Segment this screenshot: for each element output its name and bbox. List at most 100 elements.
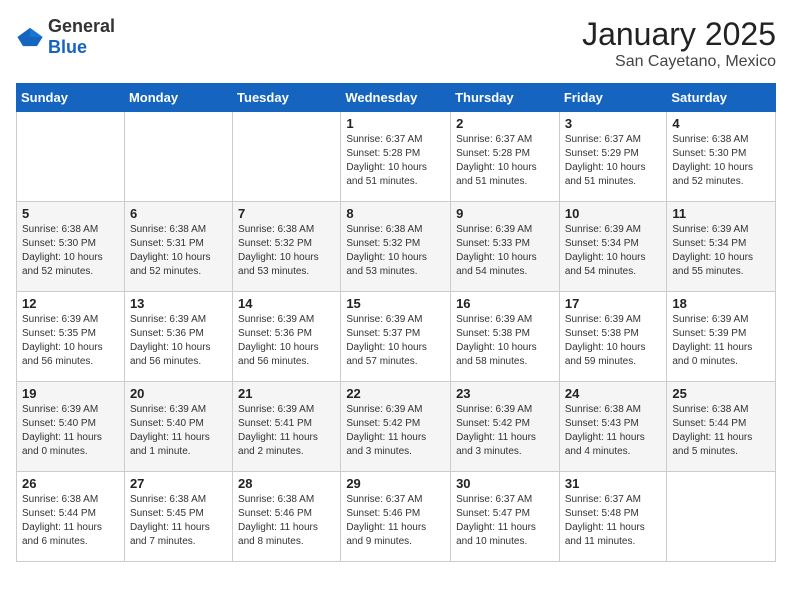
day-number: 29: [346, 476, 445, 491]
logo-general: General: [48, 16, 115, 36]
day-number: 4: [672, 116, 770, 131]
calendar-cell: 26 Sunrise: 6:38 AM Sunset: 5:44 PM Dayli…: [17, 472, 125, 562]
calendar-week-row: 19Sunrise: 6:39 AM Sunset: 5:40 PM Dayli…: [17, 382, 776, 472]
calendar-cell: 7 Sunrise: 6:38 AM Sunset: 5:32 PM Daylig…: [233, 202, 341, 292]
weekday-header-row: SundayMondayTuesdayWednesdayThursdayFrid…: [17, 84, 776, 112]
day-info: Sunrise: 6:38 AM Sunset: 5:32 PM Dayligh…: [238, 223, 335, 279]
day-info: Sunrise: 6:39 AM Sunset: 5:41 PM Dayligh…: [238, 403, 335, 459]
day-number: 13: [130, 296, 227, 311]
day-number: 26: [22, 476, 119, 491]
day-number: 28: [238, 476, 335, 491]
day-info: Sunrise: 6:37 AM Sunset: 5:46 PM Dayligh…: [346, 493, 445, 549]
day-info: Sunrise: 6:37 AM Sunset: 5:28 PM Dayligh…: [346, 133, 445, 189]
day-number: 27: [130, 476, 227, 491]
calendar-cell: 16Sunrise: 6:39 AM Sunset: 5:38 PM Dayli…: [451, 292, 560, 382]
calendar-cell: 31 Sunrise: 6:37 AM Sunset: 5:48 PM Dayli…: [559, 472, 667, 562]
calendar-week-row: 12 Sunrise: 6:39 AM Sunset: 5:35 PM Dayli…: [17, 292, 776, 382]
day-number: 25: [672, 386, 770, 401]
day-info: Sunrise: 6:38 AM Sunset: 5:44 PM Dayligh…: [672, 403, 770, 459]
day-info: Sunrise: 6:39 AM Sunset: 5:33 PM Dayligh…: [456, 223, 554, 279]
weekday-header-monday: Monday: [124, 84, 232, 112]
calendar-cell: 21 Sunrise: 6:39 AM Sunset: 5:41 PM Dayli…: [233, 382, 341, 472]
calendar-week-row: 26 Sunrise: 6:38 AM Sunset: 5:44 PM Dayli…: [17, 472, 776, 562]
day-info: Sunrise: 6:39 AM Sunset: 5:42 PM Dayligh…: [456, 403, 554, 459]
day-info: Sunrise: 6:39 AM Sunset: 5:40 PM Dayligh…: [22, 403, 119, 459]
day-info: Sunrise: 6:39 AM Sunset: 5:40 PM Dayligh…: [130, 403, 227, 459]
day-info: Sunrise: 6:38 AM Sunset: 5:46 PM Dayligh…: [238, 493, 335, 549]
day-number: 14: [238, 296, 335, 311]
calendar-cell: 19Sunrise: 6:39 AM Sunset: 5:40 PM Dayli…: [17, 382, 125, 472]
day-info: Sunrise: 6:37 AM Sunset: 5:47 PM Dayligh…: [456, 493, 554, 549]
calendar-cell: 14Sunrise: 6:39 AM Sunset: 5:36 PM Dayli…: [233, 292, 341, 382]
day-info: Sunrise: 6:38 AM Sunset: 5:30 PM Dayligh…: [22, 223, 119, 279]
calendar-cell: 4 Sunrise: 6:38 AM Sunset: 5:30 PM Daylig…: [667, 112, 776, 202]
day-number: 9: [456, 206, 554, 221]
calendar-cell: 18 Sunrise: 6:39 AM Sunset: 5:39 PM Dayli…: [667, 292, 776, 382]
weekday-header-wednesday: Wednesday: [341, 84, 451, 112]
day-number: 10: [565, 206, 662, 221]
day-info: Sunrise: 6:39 AM Sunset: 5:34 PM Dayligh…: [565, 223, 662, 279]
calendar-cell: 23Sunrise: 6:39 AM Sunset: 5:42 PM Dayli…: [451, 382, 560, 472]
day-number: 22: [346, 386, 445, 401]
day-number: 17: [565, 296, 662, 311]
month-title: January 2025: [582, 16, 776, 53]
day-number: 15: [346, 296, 445, 311]
calendar-cell: 27 Sunrise: 6:38 AM Sunset: 5:45 PM Dayli…: [124, 472, 232, 562]
generalblue-logo-icon: [16, 26, 44, 48]
calendar-cell: 2Sunrise: 6:37 AM Sunset: 5:28 PM Daylig…: [451, 112, 560, 202]
calendar-week-row: 1 Sunrise: 6:37 AM Sunset: 5:28 PM Daylig…: [17, 112, 776, 202]
calendar-cell: 13 Sunrise: 6:39 AM Sunset: 5:36 PM Dayli…: [124, 292, 232, 382]
day-number: 21: [238, 386, 335, 401]
day-number: 6: [130, 206, 227, 221]
calendar-cell: 17 Sunrise: 6:39 AM Sunset: 5:38 PM Dayli…: [559, 292, 667, 382]
calendar-cell: [667, 472, 776, 562]
day-info: Sunrise: 6:37 AM Sunset: 5:48 PM Dayligh…: [565, 493, 662, 549]
calendar-cell: 6Sunrise: 6:38 AM Sunset: 5:31 PM Daylig…: [124, 202, 232, 292]
calendar-cell: 10 Sunrise: 6:39 AM Sunset: 5:34 PM Dayli…: [559, 202, 667, 292]
day-info: Sunrise: 6:38 AM Sunset: 5:30 PM Dayligh…: [672, 133, 770, 189]
day-info: Sunrise: 6:38 AM Sunset: 5:43 PM Dayligh…: [565, 403, 662, 459]
weekday-header-sunday: Sunday: [17, 84, 125, 112]
calendar-cell: 30 Sunrise: 6:37 AM Sunset: 5:47 PM Dayli…: [451, 472, 560, 562]
calendar-cell: 28 Sunrise: 6:38 AM Sunset: 5:46 PM Dayli…: [233, 472, 341, 562]
calendar-cell: 3Sunrise: 6:37 AM Sunset: 5:29 PM Daylig…: [559, 112, 667, 202]
day-number: 18: [672, 296, 770, 311]
calendar-cell: [124, 112, 232, 202]
day-info: Sunrise: 6:38 AM Sunset: 5:45 PM Dayligh…: [130, 493, 227, 549]
day-number: 30: [456, 476, 554, 491]
day-info: Sunrise: 6:39 AM Sunset: 5:37 PM Dayligh…: [346, 313, 445, 369]
weekday-header-saturday: Saturday: [667, 84, 776, 112]
day-info: Sunrise: 6:39 AM Sunset: 5:39 PM Dayligh…: [672, 313, 770, 369]
calendar-cell: 15 Sunrise: 6:39 AM Sunset: 5:37 PM Dayli…: [341, 292, 451, 382]
title-block: January 2025 San Cayetano, Mexico: [582, 16, 776, 71]
calendar-cell: 12 Sunrise: 6:39 AM Sunset: 5:35 PM Dayli…: [17, 292, 125, 382]
calendar-cell: [17, 112, 125, 202]
day-number: 7: [238, 206, 335, 221]
day-number: 24: [565, 386, 662, 401]
calendar-cell: 29 Sunrise: 6:37 AM Sunset: 5:46 PM Dayli…: [341, 472, 451, 562]
day-info: Sunrise: 6:38 AM Sunset: 5:44 PM Dayligh…: [22, 493, 119, 549]
day-info: Sunrise: 6:39 AM Sunset: 5:36 PM Dayligh…: [130, 313, 227, 369]
logo-text: General Blue: [48, 16, 115, 58]
logo: General Blue: [16, 16, 115, 58]
calendar-week-row: 5Sunrise: 6:38 AM Sunset: 5:30 PM Daylig…: [17, 202, 776, 292]
calendar-cell: 20 Sunrise: 6:39 AM Sunset: 5:40 PM Dayli…: [124, 382, 232, 472]
calendar-cell: 24 Sunrise: 6:38 AM Sunset: 5:43 PM Dayli…: [559, 382, 667, 472]
page-header: General Blue January 2025 San Cayetano, …: [16, 16, 776, 71]
day-info: Sunrise: 6:39 AM Sunset: 5:38 PM Dayligh…: [565, 313, 662, 369]
weekday-header-friday: Friday: [559, 84, 667, 112]
day-number: 12: [22, 296, 119, 311]
day-number: 8: [346, 206, 445, 221]
calendar-cell: 25 Sunrise: 6:38 AM Sunset: 5:44 PM Dayli…: [667, 382, 776, 472]
calendar-cell: 9 Sunrise: 6:39 AM Sunset: 5:33 PM Daylig…: [451, 202, 560, 292]
logo-blue: Blue: [48, 37, 87, 57]
calendar-cell: 11Sunrise: 6:39 AM Sunset: 5:34 PM Dayli…: [667, 202, 776, 292]
day-info: Sunrise: 6:39 AM Sunset: 5:35 PM Dayligh…: [22, 313, 119, 369]
day-number: 1: [346, 116, 445, 131]
calendar-cell: 22Sunrise: 6:39 AM Sunset: 5:42 PM Dayli…: [341, 382, 451, 472]
day-info: Sunrise: 6:39 AM Sunset: 5:38 PM Dayligh…: [456, 313, 554, 369]
day-number: 20: [130, 386, 227, 401]
day-number: 31: [565, 476, 662, 491]
day-info: Sunrise: 6:37 AM Sunset: 5:29 PM Dayligh…: [565, 133, 662, 189]
weekday-header-thursday: Thursday: [451, 84, 560, 112]
